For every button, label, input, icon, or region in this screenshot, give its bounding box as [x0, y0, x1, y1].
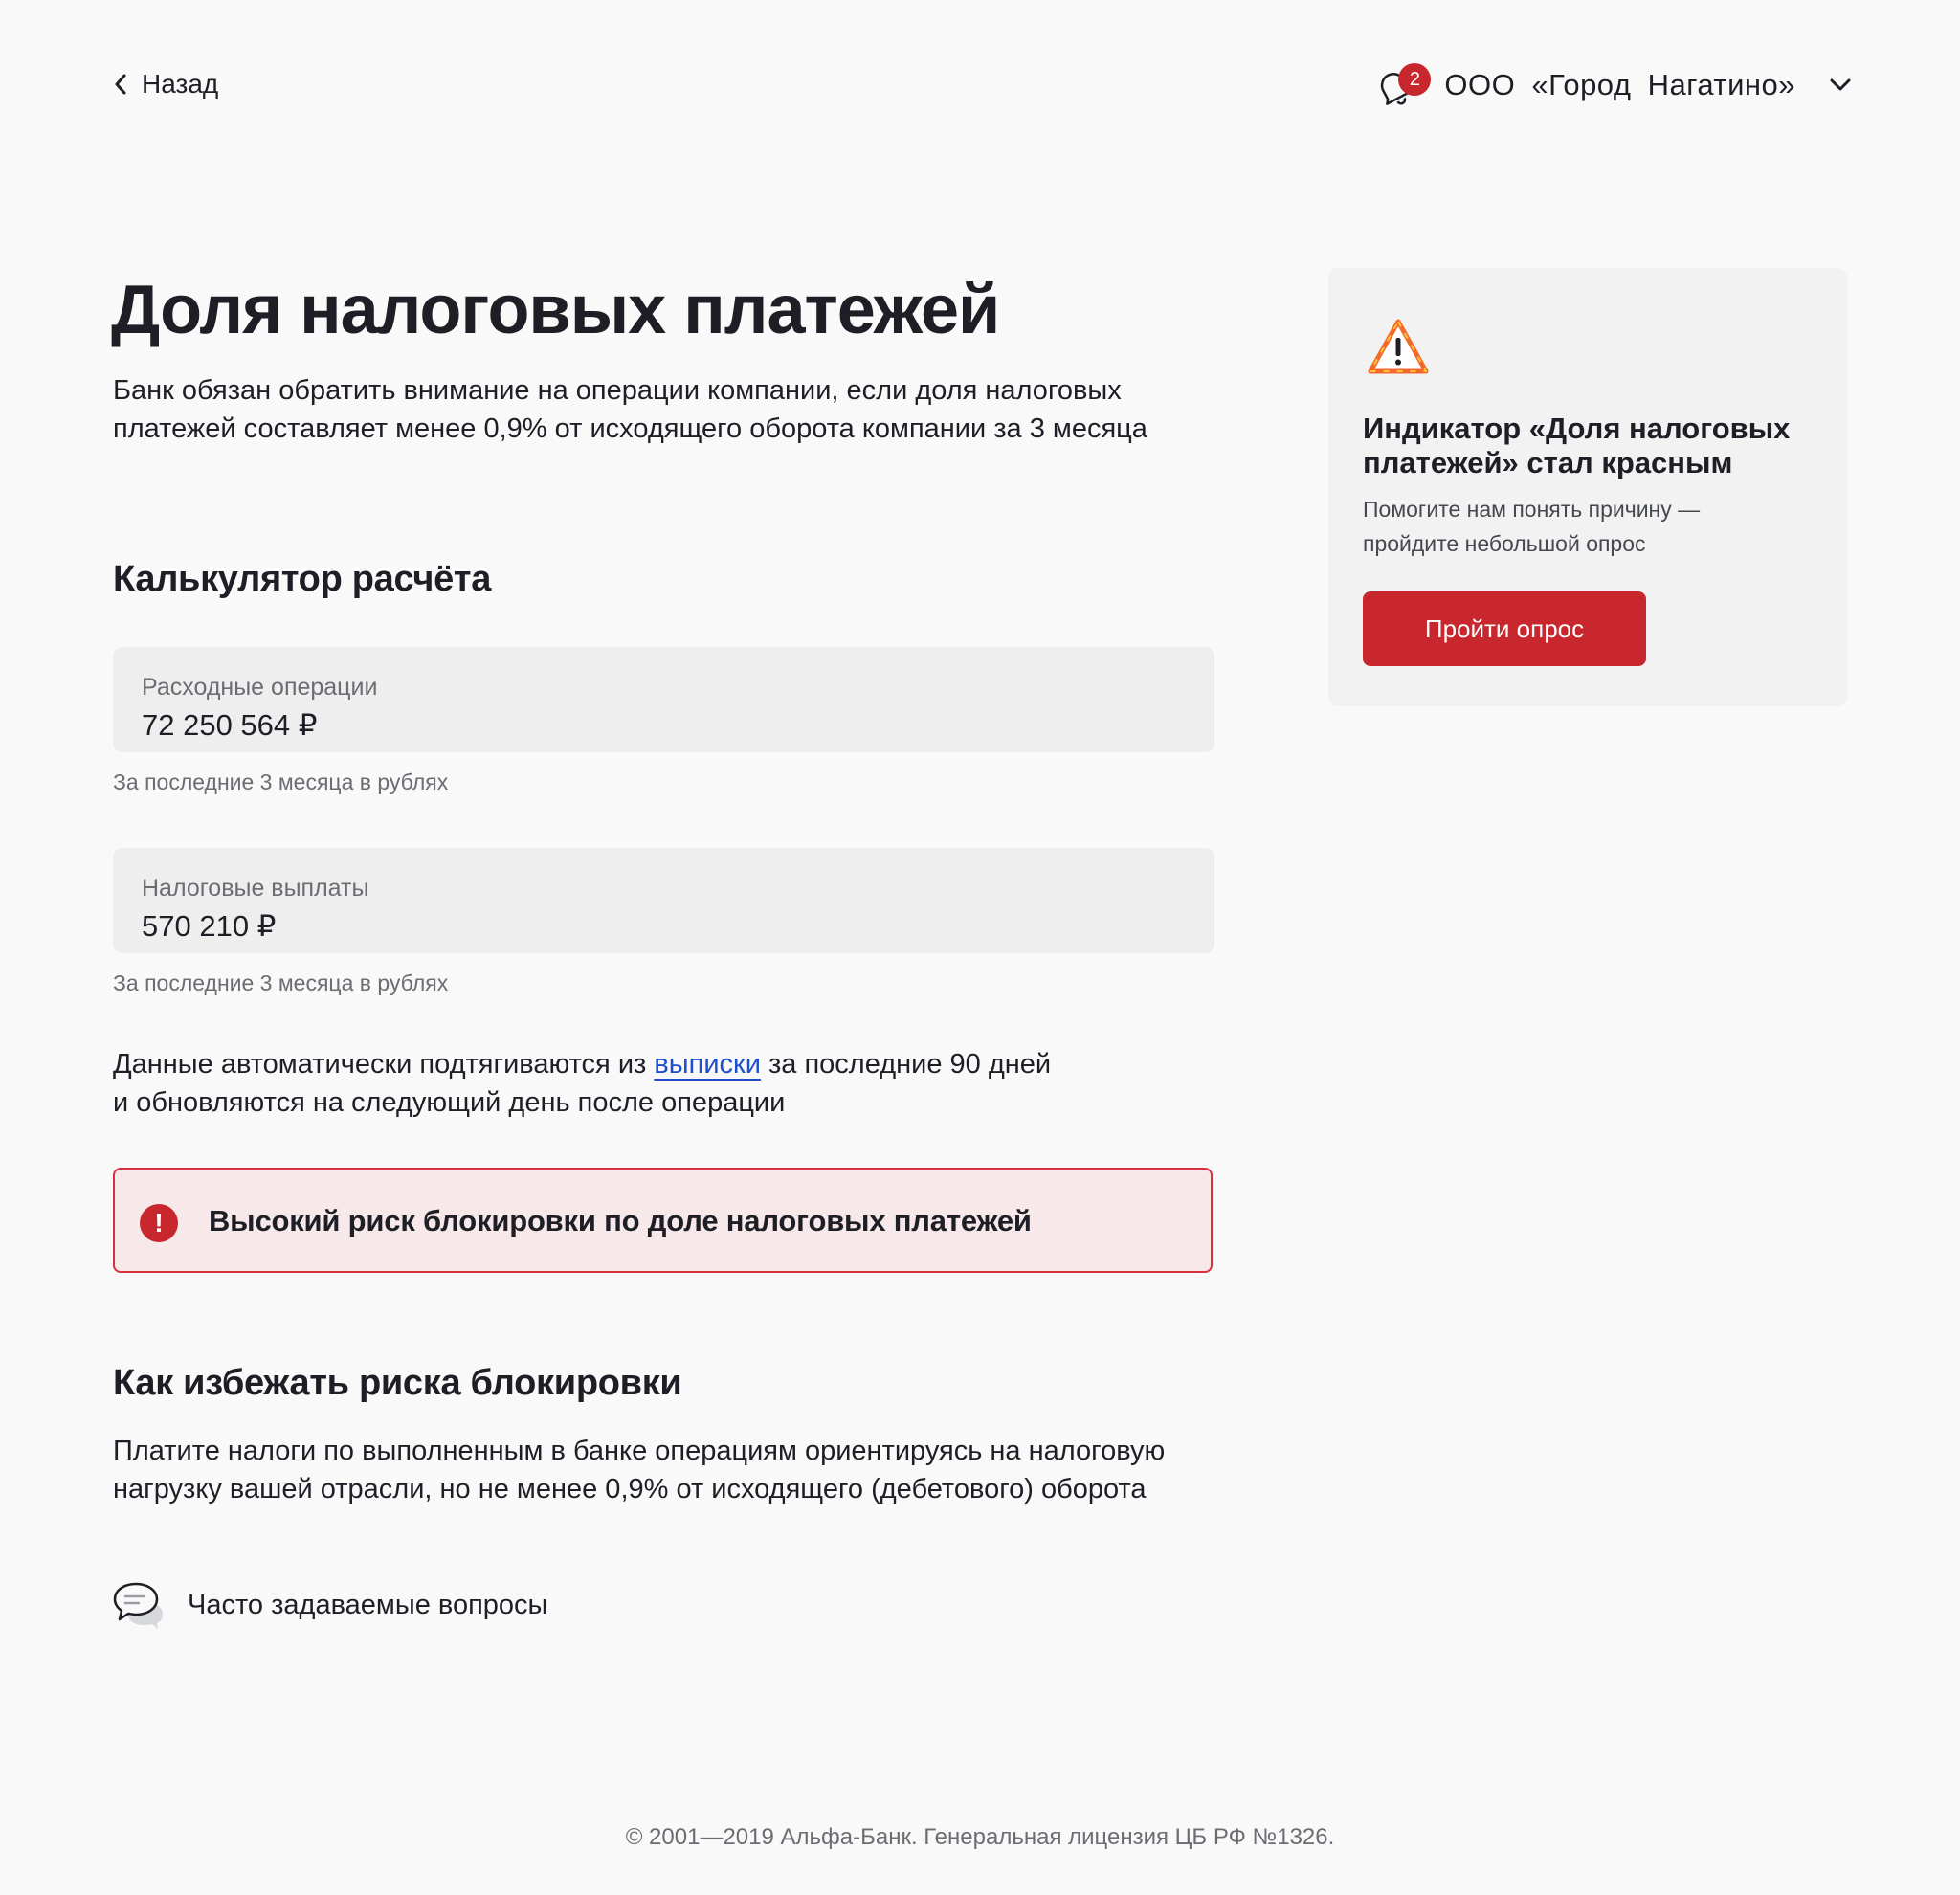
risk-alert: ! Высокий риск блокировки по доле налого… — [113, 1168, 1213, 1273]
survey-card-text: Помогите нам понять причину — пройдите н… — [1363, 497, 1701, 556]
data-source-text: Данные автоматически подтягиваются из — [113, 1049, 655, 1080]
tax-payments-hint: За последние 3 месяца в рублях — [113, 970, 449, 995]
page-title: Доля налоговых платежей — [111, 272, 1000, 348]
company-name: ООО «Город Нагатино» — [1444, 68, 1795, 101]
data-update-text: и обновляются на следующий день после оп… — [113, 1087, 786, 1118]
tax-payments-field[interactable]: Налоговые выплаты 570 210 ₽ — [113, 848, 1214, 953]
page-description: Банк обязан обратить внимание на операци… — [113, 375, 1147, 444]
survey-card-title: Индикатор «Доля налоговых платежей» стал… — [1363, 412, 1791, 479]
calculator-heading: Калькулятор расчёта — [113, 559, 492, 599]
expenses-hint: За последние 3 месяца в рублях — [113, 769, 449, 794]
expenses-label: Расходные операции — [142, 674, 378, 701]
chat-bubbles-icon — [113, 1582, 163, 1629]
chevron-down-icon — [1830, 78, 1851, 91]
faq-link[interactable]: Часто задаваемые вопросы — [113, 1579, 547, 1631]
tax-payments-label: Налоговые выплаты — [142, 875, 369, 902]
warning-triangle-icon — [1368, 319, 1429, 374]
chevron-left-icon — [115, 74, 126, 95]
tax-payments-value: 570 210 ₽ — [142, 909, 277, 943]
data-source-note: Данные автоматически подтягиваются из вы… — [113, 1045, 1233, 1122]
back-label: Назад — [142, 69, 219, 99]
risk-alert-text: Высокий риск блокировки по доле налоговы… — [209, 1204, 1032, 1237]
exclamation-icon: ! — [140, 1204, 178, 1242]
notifications-button[interactable]: 2 — [1370, 60, 1432, 110]
take-survey-button[interactable]: Пройти опрос — [1363, 591, 1646, 666]
back-link[interactable]: Назад — [113, 65, 218, 103]
company-switcher[interactable]: 2 ООО «Город Нагатино» — [1370, 57, 1851, 113]
statement-link[interactable]: выписки — [654, 1049, 761, 1080]
avoid-risk-heading: Как избежать риска блокировки — [113, 1363, 682, 1403]
avoid-risk-advice: Платите налоги по выполненным в банке оп… — [113, 1436, 1166, 1505]
faq-label: Часто задаваемые вопросы — [188, 1589, 548, 1620]
expenses-field[interactable]: Расходные операции 72 250 564 ₽ — [113, 647, 1214, 752]
survey-card: Индикатор «Доля налоговых платежей» стал… — [1328, 268, 1847, 706]
expenses-value: 72 250 564 ₽ — [142, 708, 318, 742]
notification-badge: 2 — [1398, 63, 1432, 96]
data-source-period: за последние 90 дней — [760, 1049, 1052, 1080]
footer-copyright: © 2001—2019 Альфа-Банк. Генеральная лице… — [625, 1824, 1335, 1850]
